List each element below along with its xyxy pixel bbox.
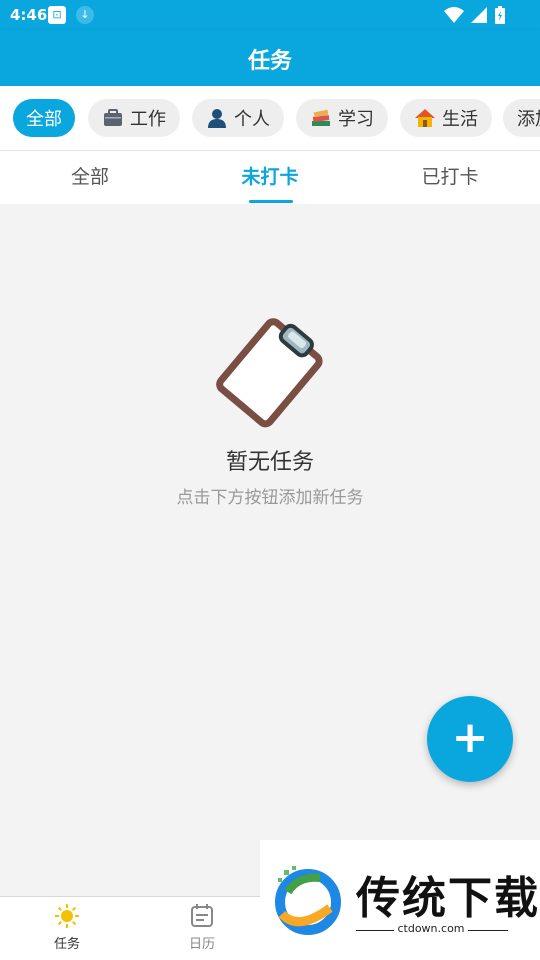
tab-unchecked[interactable]: 未打卡 [180, 151, 360, 205]
empty-title: 暂无任务 [225, 450, 314, 475]
briefcase-icon [102, 107, 124, 129]
watermark-line-right [468, 930, 508, 931]
calendar-icon [191, 904, 213, 927]
chip-label: 学习 [338, 109, 374, 130]
category-chips: 全部 工作 个人 学习 生活 添加 [0, 86, 540, 150]
chip-add[interactable]: 添加 [503, 99, 540, 137]
chip-label: 全部 [26, 109, 62, 130]
signal-icon [471, 7, 487, 23]
clipboard-icon [216, 318, 323, 428]
empty-subtitle: 点击下方按钮添加新任务 [176, 488, 364, 508]
tab-bar: 全部 未打卡 已打卡 [0, 150, 540, 204]
status-bar: 4:46 ⊡ ↓ [0, 0, 540, 30]
tab-label: 全部 [70, 166, 109, 188]
nav-label: 日历 [188, 937, 215, 952]
nav-label: 任务 [53, 937, 80, 952]
watermark: 传统下载 ctdown.com [260, 840, 540, 960]
chip-personal[interactable]: 个人 [192, 99, 284, 137]
watermark-url: ctdown.com [397, 922, 465, 935]
chip-all[interactable]: 全部 [13, 99, 75, 137]
nav-tasks[interactable]: 任务 [27, 903, 107, 952]
chip-label: 生活 [442, 109, 478, 130]
battery-icon [495, 6, 505, 24]
person-icon [206, 107, 228, 129]
house-icon [414, 107, 436, 129]
chip-study[interactable]: 学习 [296, 99, 388, 137]
add-task-button[interactable]: + [427, 696, 513, 782]
chip-label: 添加 [517, 109, 540, 130]
watermark-text: 传统下载 [356, 873, 540, 924]
app-bar: 任务 [0, 30, 540, 86]
chip-label: 工作 [130, 109, 166, 130]
download-notification-icon: ↓ [76, 6, 94, 24]
page-title: 任务 [247, 49, 292, 74]
watermark-logo-icon [275, 866, 341, 935]
app-notification-icon: ⊡ [48, 6, 66, 24]
sun-icon [55, 904, 79, 928]
tab-indicator [249, 200, 293, 203]
chip-work[interactable]: 工作 [88, 99, 180, 137]
tab-checked[interactable]: 已打卡 [360, 151, 540, 205]
chip-label: 个人 [234, 109, 270, 130]
empty-state: 暂无任务 点击下方按钮添加新任务 [0, 204, 540, 896]
books-icon [310, 107, 332, 129]
tab-label: 已打卡 [421, 166, 479, 188]
tab-all[interactable]: 全部 [0, 151, 180, 205]
chip-life[interactable]: 生活 [400, 99, 492, 137]
status-time: 4:46 [10, 6, 48, 24]
nav-calendar[interactable]: 日历 [162, 903, 242, 952]
tab-label: 未打卡 [241, 166, 299, 188]
wifi-icon [444, 7, 464, 23]
